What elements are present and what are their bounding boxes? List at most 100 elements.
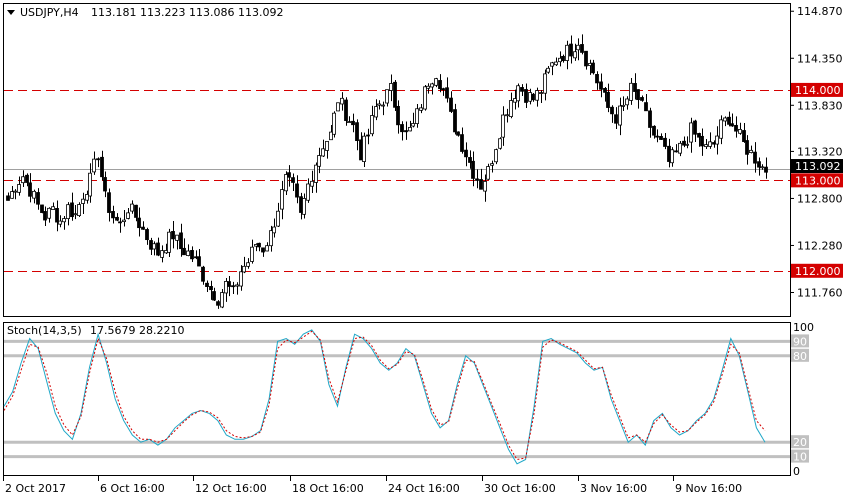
- candle-body: [370, 115, 374, 135]
- candle-body: [111, 211, 115, 219]
- candle-body: [745, 140, 749, 155]
- candle-body: [137, 217, 141, 229]
- candle-body: [13, 190, 17, 193]
- candle-body: [81, 198, 85, 204]
- candle-body: [107, 192, 111, 213]
- candle-body: [625, 98, 629, 106]
- stoch-label: Stoch(14,3,5): [7, 324, 82, 337]
- candle-body: [588, 63, 592, 66]
- candle-body: [464, 149, 468, 158]
- stoch-tick-label: 90: [793, 335, 807, 348]
- candle-body: [554, 61, 558, 66]
- candle-body: [317, 155, 321, 167]
- candle-body: [216, 301, 220, 306]
- candle-body: [336, 102, 340, 112]
- candle-body: [543, 73, 547, 94]
- candle-body: [445, 87, 449, 99]
- candle-body: [393, 81, 397, 108]
- candle-body: [550, 62, 554, 67]
- price-tick-label: 113.830: [797, 99, 843, 112]
- candle-body: [539, 92, 543, 94]
- candle-body: [708, 141, 712, 147]
- candle-body: [490, 163, 494, 166]
- candle-body: [385, 89, 389, 104]
- candle-body: [51, 206, 55, 210]
- price-tick-label: 111.760: [797, 286, 843, 299]
- chart-window[interactable]: 114.870 114.350 113.830 113.320 112.800 112.2…: [0, 0, 850, 500]
- candle-body: [584, 50, 588, 67]
- candle-body: [655, 135, 659, 138]
- candle-body: [727, 116, 731, 125]
- candle-body: [697, 133, 701, 138]
- candle-body: [644, 102, 648, 112]
- candle-body: [670, 149, 674, 164]
- candle-body: [423, 86, 427, 110]
- candle-body: [25, 174, 29, 183]
- candle-body: [246, 262, 250, 267]
- candle-body: [404, 130, 408, 133]
- candle-body: [55, 208, 59, 223]
- candle-body: [257, 242, 261, 248]
- candle-body: [10, 191, 14, 199]
- candle-body: [449, 97, 453, 112]
- candle-body: [235, 284, 239, 287]
- candle-body: [573, 51, 577, 59]
- candle-body: [21, 176, 25, 184]
- candle-body: [291, 177, 295, 183]
- candle-body: [610, 106, 614, 115]
- candle-body: [302, 198, 306, 215]
- candle-body: [561, 55, 565, 62]
- candle-body: [715, 135, 719, 145]
- candle-body: [28, 182, 32, 197]
- candle-body: [362, 135, 366, 162]
- price-tick-label: 112.800: [797, 192, 843, 205]
- candle-body: [242, 265, 246, 273]
- time-tick-label: 3 Nov 16:00: [580, 482, 647, 495]
- candle-body: [190, 250, 194, 260]
- candle-body: [212, 291, 216, 301]
- candle-body: [201, 266, 205, 282]
- candle-body: [591, 62, 595, 74]
- candle-body: [40, 204, 44, 213]
- candle-body: [674, 150, 678, 153]
- candle-body: [419, 107, 423, 111]
- candle-body: [580, 44, 584, 53]
- candle-body: [494, 149, 498, 163]
- candle-body: [118, 221, 122, 224]
- candle-body: [411, 123, 415, 127]
- candle-body: [179, 232, 183, 250]
- candle-body: [396, 105, 400, 126]
- candle-body: [460, 134, 464, 152]
- candle-body: [261, 247, 265, 253]
- candle-body: [347, 121, 351, 123]
- candle-body: [355, 122, 359, 142]
- current-price-text: 113.092: [795, 160, 841, 173]
- candle-body: [171, 231, 175, 240]
- candle-body: [43, 211, 47, 221]
- candle-body: [505, 114, 509, 117]
- candle-body: [546, 67, 550, 73]
- candle-body: [520, 87, 524, 92]
- candle-body: [678, 142, 682, 154]
- candle-body: [569, 43, 573, 57]
- candle-body: [115, 216, 119, 221]
- candle-body: [742, 130, 746, 142]
- candle-body: [693, 120, 697, 135]
- candle-body: [299, 196, 303, 213]
- stoch-tick-label: 80: [793, 350, 807, 363]
- candle-body: [32, 190, 36, 199]
- candle-body: [156, 242, 160, 256]
- candle-body: [685, 143, 689, 146]
- candle-body: [621, 104, 625, 107]
- candle-body: [100, 156, 104, 178]
- candle-body: [652, 125, 656, 136]
- candle-body: [760, 166, 764, 169]
- candle-body: [408, 126, 412, 132]
- candle-body: [712, 142, 716, 145]
- candle-body: [603, 87, 607, 93]
- candle-body: [366, 134, 370, 137]
- candle-body: [764, 166, 768, 173]
- candle-body: [468, 157, 472, 163]
- candle-body: [513, 98, 517, 103]
- candle-body: [295, 183, 299, 198]
